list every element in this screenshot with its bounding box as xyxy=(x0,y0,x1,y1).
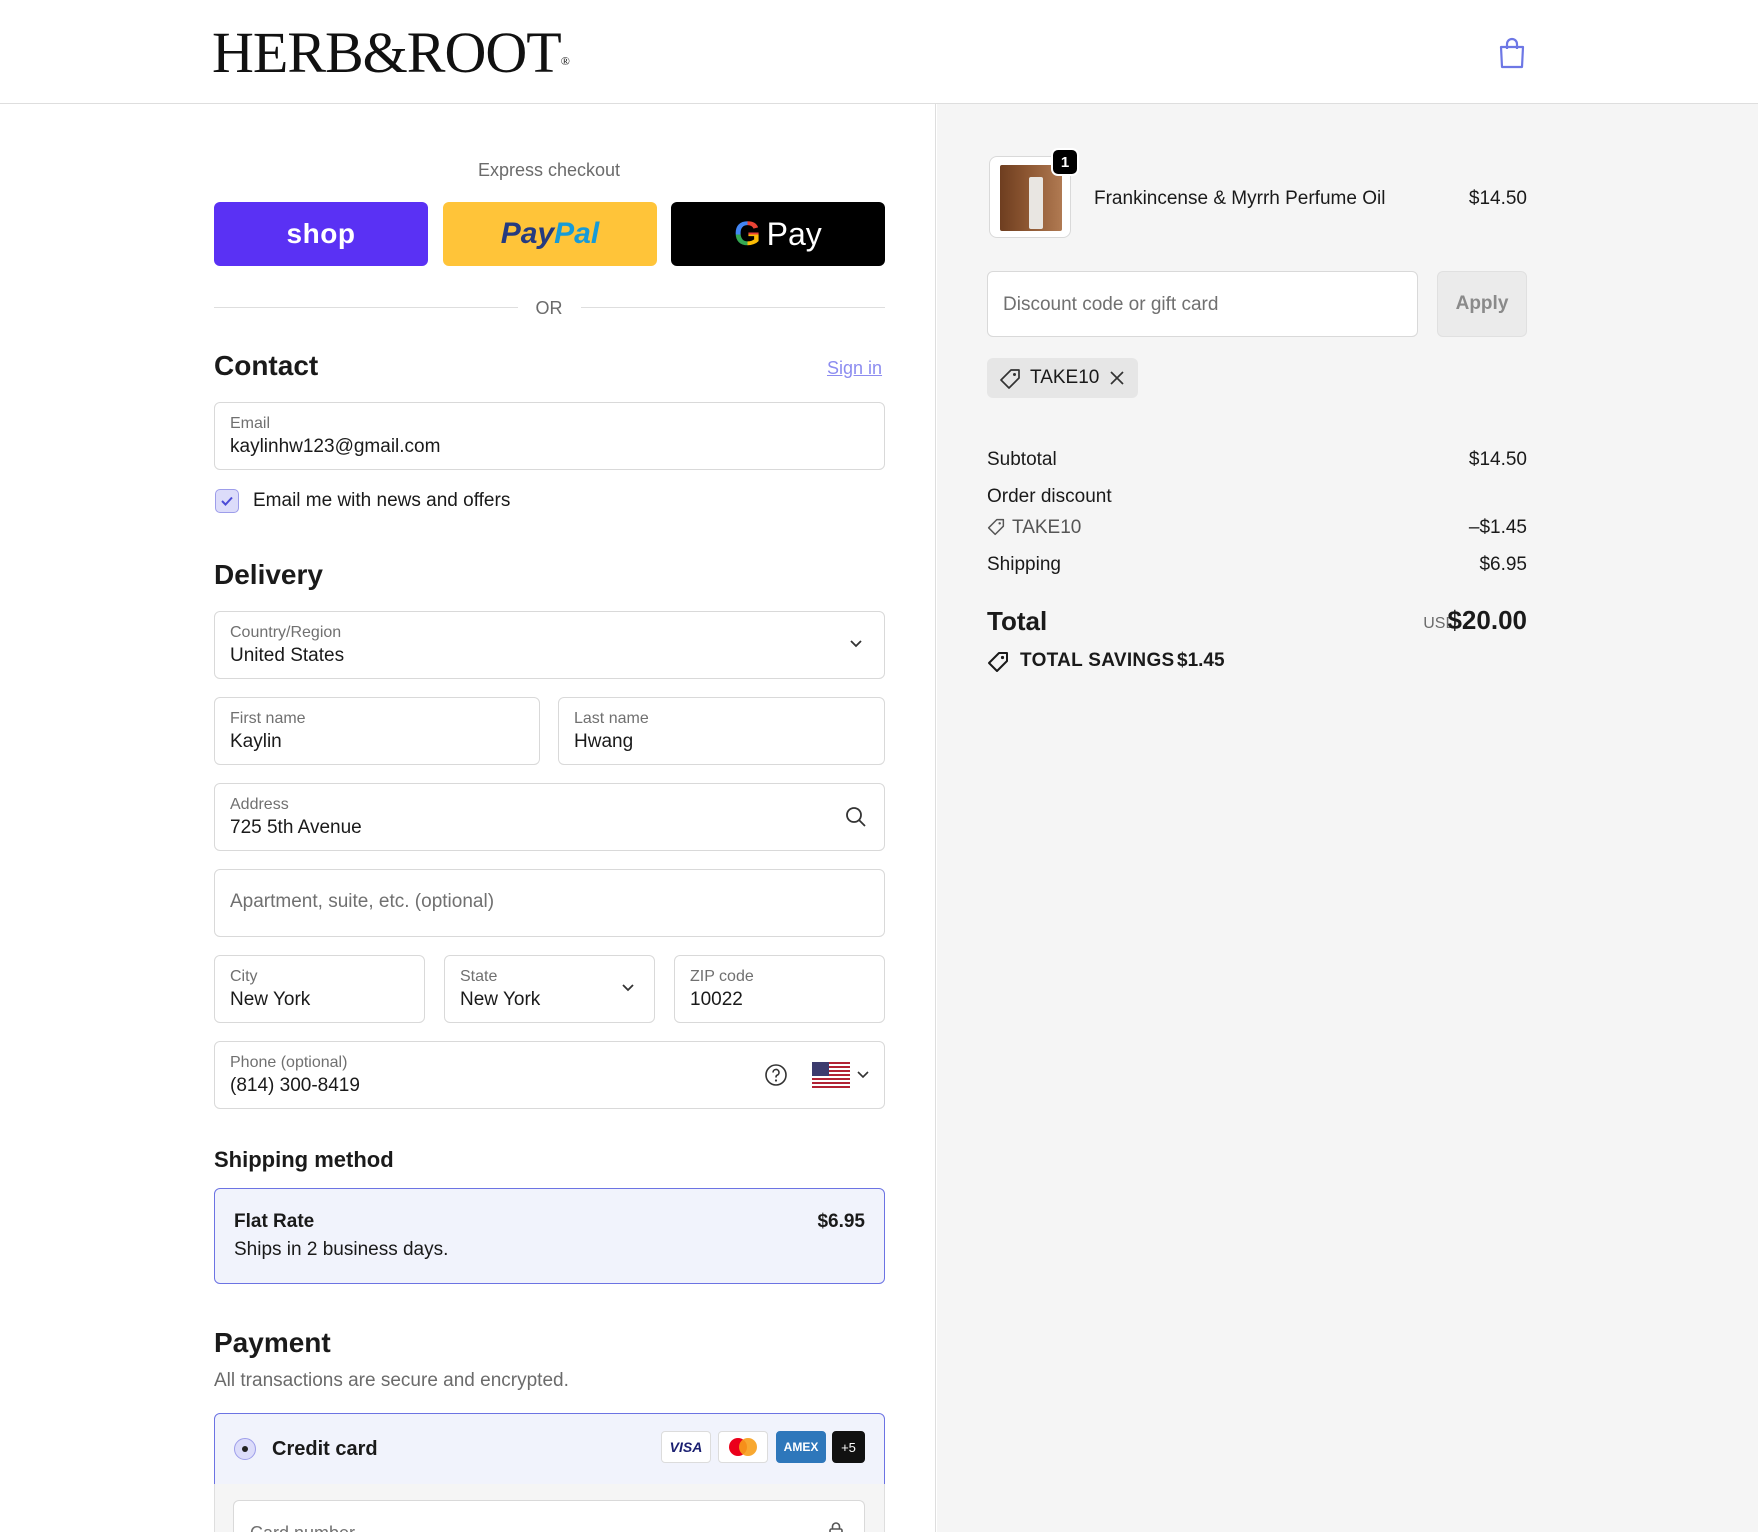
last-name-field[interactable]: Last name Hwang xyxy=(558,697,885,765)
quantity-badge: 1 xyxy=(1051,148,1079,176)
more-cards-badge: +5 xyxy=(832,1431,865,1463)
lock-icon xyxy=(829,1522,843,1532)
payment-heading: Payment xyxy=(214,1327,331,1358)
apartment-field[interactable]: Apartment, suite, etc. (optional) xyxy=(214,869,885,937)
apply-discount-button[interactable]: Apply xyxy=(1437,271,1527,337)
first-name-field[interactable]: First name Kaylin xyxy=(214,697,540,765)
subtotal-value: $14.50 xyxy=(1468,449,1527,470)
divider-left xyxy=(214,307,518,308)
paypal-button[interactable]: Pay Pal xyxy=(443,202,657,266)
address-field[interactable]: Address 725 5th Avenue xyxy=(214,783,885,851)
google-g-icon: G xyxy=(734,214,761,253)
shipping-option-price: $6.95 xyxy=(817,1211,865,1232)
google-pay-button[interactable]: G Pay xyxy=(671,202,885,266)
total-savings-value: $1.45 xyxy=(1177,650,1225,671)
visa-icon: VISA xyxy=(661,1431,711,1463)
tag-icon xyxy=(1000,369,1020,389)
email-field[interactable]: Email kaylinhw123@gmail.com xyxy=(214,402,885,470)
shipping-value: $6.95 xyxy=(1479,554,1527,575)
help-icon[interactable] xyxy=(764,1063,788,1087)
delivery-heading: Delivery xyxy=(214,559,323,590)
total-value: $20.00 xyxy=(1447,605,1527,635)
country-select[interactable]: Country/Region United States xyxy=(214,611,885,679)
applied-discount-chip: TAKE10 xyxy=(987,358,1138,398)
chevron-down-icon xyxy=(622,984,634,992)
discount-value: –$1.45 xyxy=(1468,517,1527,538)
express-checkout-title: Express checkout xyxy=(477,160,621,180)
shipping-option-name: Flat Rate xyxy=(234,1211,315,1232)
shipping-label: Shipping xyxy=(987,554,1061,575)
credit-card-label: Credit card xyxy=(272,1438,378,1460)
total-label: Total xyxy=(987,606,1048,636)
subtotal-label: Subtotal xyxy=(987,449,1057,470)
zip-field[interactable]: ZIP code 10022 xyxy=(674,955,885,1023)
shopping-bag-icon[interactable] xyxy=(1497,36,1527,70)
card-number-field[interactable]: Card number xyxy=(233,1500,865,1532)
chevron-down-icon xyxy=(850,640,862,648)
chevron-down-icon[interactable] xyxy=(857,1071,869,1079)
tag-icon xyxy=(987,518,1005,536)
order-discount-label: Order discount xyxy=(987,486,1112,507)
discount-code-text: TAKE10 xyxy=(1012,517,1082,538)
divider-right xyxy=(581,307,885,308)
site-header: HERB&ROOT® xyxy=(0,0,1758,104)
checkout-form: Express checkout shop Pay Pal G Pay OR Con… xyxy=(0,104,936,1532)
savings-tag-icon xyxy=(988,652,1008,672)
sign-in-link[interactable]: Sign in xyxy=(827,358,882,379)
amex-icon: AMEX xyxy=(776,1431,826,1463)
brand-logo[interactable]: HERB&ROOT® xyxy=(212,22,570,84)
shipping-method-heading: Shipping method xyxy=(214,1147,394,1172)
payment-subtitle: All transactions are secure and encrypte… xyxy=(214,1370,569,1391)
newsletter-checkbox[interactable] xyxy=(215,489,239,513)
checkmark-icon xyxy=(221,496,233,506)
product-price: $14.50 xyxy=(1468,188,1527,209)
city-field[interactable]: City New York xyxy=(214,955,425,1023)
search-icon[interactable] xyxy=(845,806,867,828)
contact-heading: Contact xyxy=(214,350,319,381)
newsletter-label[interactable]: Email me with news and offers xyxy=(253,490,510,512)
order-summary: 1 Frankincense & Myrrh Perfume Oil $14.5… xyxy=(937,104,1758,1532)
shipping-option-flat-rate[interactable]: Flat Rate Ships in 2 business days. $6.9… xyxy=(214,1188,885,1284)
or-divider-label: OR xyxy=(535,298,563,318)
state-select[interactable]: State New York xyxy=(444,955,655,1023)
discount-code-input[interactable]: Discount code or gift card xyxy=(987,271,1418,337)
phone-field[interactable]: Phone (optional) (814) 300-8419 xyxy=(214,1041,885,1109)
remove-discount-icon[interactable] xyxy=(1109,370,1125,386)
credit-card-radio[interactable] xyxy=(234,1438,256,1460)
shop-pay-button[interactable]: shop xyxy=(214,202,428,266)
total-savings-label: TOTAL SAVINGS xyxy=(1020,650,1175,671)
mastercard-icon xyxy=(718,1431,768,1463)
product-name: Frankincense & Myrrh Perfume Oil xyxy=(1094,188,1386,209)
shipping-option-description: Ships in 2 business days. xyxy=(234,1239,449,1260)
us-flag-icon[interactable] xyxy=(812,1062,850,1088)
